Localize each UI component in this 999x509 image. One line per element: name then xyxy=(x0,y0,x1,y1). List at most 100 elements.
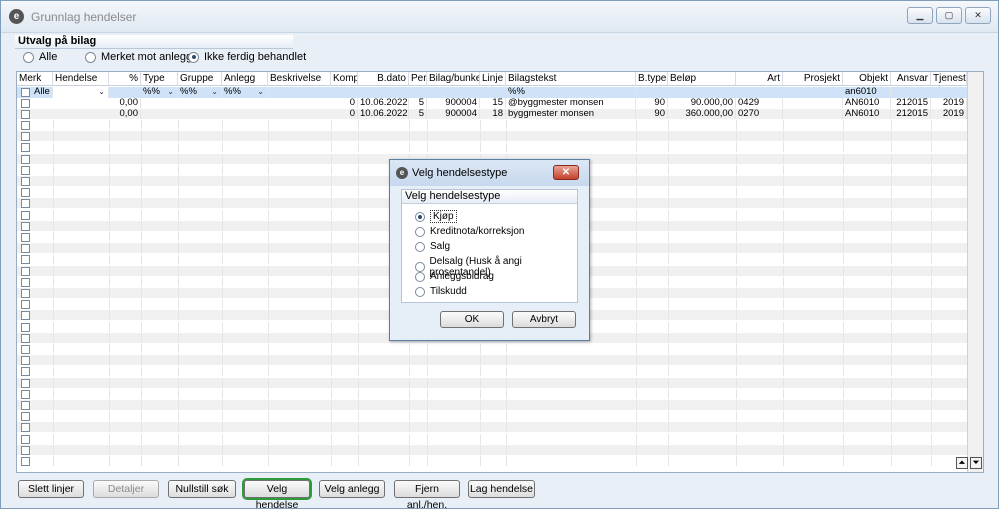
close-icon[interactable]: ✕ xyxy=(553,165,579,180)
row-checkbox[interactable] xyxy=(21,199,30,209)
row-checkbox[interactable] xyxy=(21,244,30,254)
col-header-bdato[interactable]: B.dato xyxy=(358,72,409,86)
table-row-empty[interactable] xyxy=(17,120,967,130)
col-header-ansvar[interactable]: Ansvar xyxy=(891,72,931,86)
row-checkbox[interactable] xyxy=(21,177,30,186)
vertical-scrollbar[interactable] xyxy=(967,72,983,472)
row-checkbox[interactable] xyxy=(21,356,30,366)
row-checkbox[interactable] xyxy=(21,322,30,332)
ok-button[interactable]: OK xyxy=(440,311,504,328)
col-header-pct[interactable]: % xyxy=(109,72,141,86)
row-checkbox[interactable] xyxy=(21,401,30,410)
table-row-empty[interactable] xyxy=(17,344,967,354)
table-row-empty[interactable] xyxy=(17,422,967,433)
table-row-empty[interactable] xyxy=(17,377,967,388)
filter-gruppe[interactable]: %% ⌄ xyxy=(178,87,222,98)
radio-merket-mot-anlegg[interactable]: Merket mot anlegg xyxy=(85,51,192,63)
filter-merk[interactable]: Alle xyxy=(32,87,53,98)
row-checkbox[interactable] xyxy=(21,221,30,231)
col-header-tjeneste[interactable]: Tjeneste xyxy=(931,72,967,86)
col-header-bilagstekst[interactable]: Bilagstekst xyxy=(506,72,636,86)
col-header-type[interactable]: Type xyxy=(141,72,178,86)
col-header-komp[interactable]: Komp xyxy=(331,72,358,86)
option-anleggsbidrag[interactable]: Anleggsbidrag xyxy=(415,271,494,282)
scroll-bottom-icon[interactable]: ⏷ xyxy=(970,457,982,469)
option-tilskudd[interactable]: Tilskudd xyxy=(415,286,467,297)
maximize-icon[interactable]: ▢ xyxy=(936,7,962,24)
detaljer-button[interactable]: Detaljer xyxy=(93,480,159,498)
close-icon[interactable]: ✕ xyxy=(965,7,991,24)
row-checkbox[interactable] xyxy=(21,132,30,142)
row-checkbox[interactable] xyxy=(21,154,30,164)
checkbox-all[interactable] xyxy=(21,88,30,97)
col-header-anlegg[interactable]: Anlegg xyxy=(222,72,268,86)
table-row[interactable]: 0,00 0 10.06.2022 5 900004 15 @byggmeste… xyxy=(17,98,967,108)
row-checkbox[interactable] xyxy=(21,121,30,130)
row-checkbox[interactable] xyxy=(21,255,30,265)
velg-anlegg-button[interactable]: Velg anlegg xyxy=(319,480,385,498)
row-checkbox[interactable] xyxy=(21,311,30,321)
col-header-beskrivelse[interactable]: Beskrivelse xyxy=(268,72,331,86)
row-checkbox[interactable] xyxy=(21,165,30,175)
row-checkbox[interactable] xyxy=(21,445,30,455)
chevron-down-icon[interactable]: ⌄ xyxy=(211,87,218,97)
row-checkbox[interactable] xyxy=(21,289,30,298)
row-checkbox[interactable] xyxy=(21,333,30,343)
row-checkbox[interactable] xyxy=(21,367,30,377)
row-checkbox[interactable] xyxy=(21,378,30,388)
col-header-merk[interactable]: Merk xyxy=(17,72,53,86)
col-header-art[interactable]: Art xyxy=(736,72,783,86)
table-row-empty[interactable] xyxy=(17,131,967,142)
table-row-empty[interactable] xyxy=(17,388,967,399)
option-kjop[interactable]: Kjøp xyxy=(415,210,457,223)
table-row-empty[interactable] xyxy=(17,456,967,466)
slett-linjer-button[interactable]: Slett linjer xyxy=(18,480,84,498)
table-row-empty[interactable] xyxy=(17,444,967,455)
scroll-top-icon[interactable]: ⏶ xyxy=(956,457,968,469)
filter-type[interactable]: %% ⌄ xyxy=(141,87,178,98)
row-checkbox[interactable] xyxy=(21,300,30,310)
row-checkbox[interactable] xyxy=(21,412,30,422)
row-checkbox[interactable] xyxy=(21,188,30,198)
row-checkbox[interactable] xyxy=(21,110,30,119)
table-row-empty[interactable] xyxy=(17,366,967,377)
chevron-down-icon[interactable]: ⌄ xyxy=(257,87,264,97)
col-header-gruppe[interactable]: Gruppe xyxy=(178,72,222,86)
avbryt-button[interactable]: Avbryt xyxy=(512,311,576,328)
row-checkbox[interactable] xyxy=(21,143,30,153)
fjern-anl-hen-button[interactable]: Fjern anl./hen. xyxy=(394,480,460,509)
option-salg[interactable]: Salg xyxy=(415,241,450,252)
col-header-linje[interactable]: Linje xyxy=(480,72,506,86)
row-checkbox[interactable] xyxy=(21,277,30,287)
col-header-belop[interactable]: Beløp xyxy=(668,72,736,86)
col-header-per[interactable]: Per. xyxy=(409,72,427,86)
row-checkbox[interactable] xyxy=(21,345,30,354)
table-row-empty[interactable] xyxy=(17,411,967,422)
filter-objekt[interactable]: an6010 xyxy=(843,87,891,98)
row-checkbox[interactable] xyxy=(21,99,30,108)
radio-ikke-ferdig-behandlet[interactable]: Ikke ferdig behandlet xyxy=(188,51,306,63)
row-checkbox[interactable] xyxy=(21,457,30,466)
nullstill-sok-button[interactable]: Nullstill søk xyxy=(168,480,236,498)
radio-alle[interactable]: Alle xyxy=(23,51,57,63)
table-row-empty[interactable] xyxy=(17,400,967,410)
col-header-hendelse[interactable]: Hendelse xyxy=(53,72,109,86)
col-header-bilag[interactable]: Bilag/bunke xyxy=(427,72,480,86)
filter-hendelse[interactable]: ⌄ xyxy=(53,87,109,98)
row-checkbox[interactable] xyxy=(21,423,30,433)
filter-bilagstekst[interactable]: %% xyxy=(506,87,636,98)
col-header-prosjekt[interactable]: Prosjekt xyxy=(783,72,843,86)
row-checkbox[interactable] xyxy=(21,210,30,220)
chevron-down-icon[interactable]: ⌄ xyxy=(98,87,105,97)
row-checkbox[interactable] xyxy=(21,434,30,444)
table-row-empty[interactable] xyxy=(17,355,967,366)
filter-anlegg[interactable]: %% ⌄ xyxy=(222,87,268,98)
velg-hendelse-button[interactable]: Velg hendelse xyxy=(244,480,310,509)
col-header-objekt[interactable]: Objekt xyxy=(843,72,891,86)
row-checkbox[interactable] xyxy=(21,266,30,276)
row-checkbox[interactable] xyxy=(21,233,30,242)
chevron-down-icon[interactable]: ⌄ xyxy=(167,87,174,97)
option-kreditnota[interactable]: Kreditnota/korreksjon xyxy=(415,226,525,237)
table-row[interactable]: 0,00 0 10.06.2022 5 900004 18 byggmester… xyxy=(17,109,967,119)
minimize-icon[interactable]: ▁ xyxy=(907,7,933,24)
